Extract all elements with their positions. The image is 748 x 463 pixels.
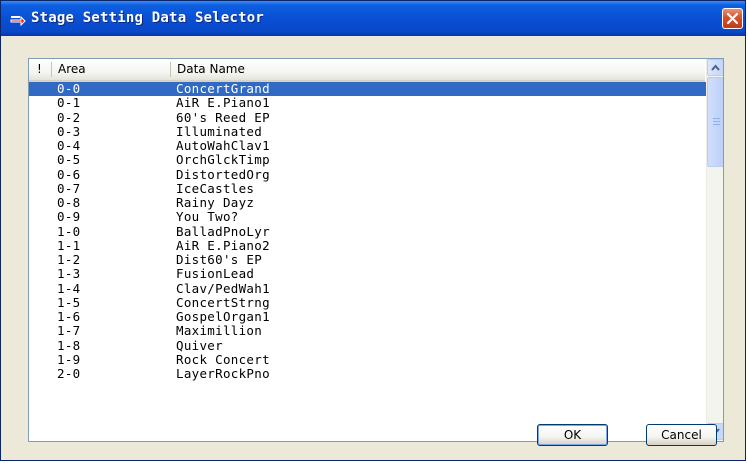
table-row[interactable]: 0-3 Illuminated [29, 123, 714, 139]
scroll-up-arrow-icon [711, 64, 720, 71]
stage-setting-list[interactable]: ! Area Data Name 0-0 ConcertGrand 0-1 AiR E… [28, 58, 724, 442]
title-bar[interactable]: Stage Setting Data Selector [1, 1, 745, 36]
cell-area: 0-6 [57, 166, 81, 182]
table-row[interactable]: 1-8 Quiver [29, 337, 714, 353]
table-row[interactable]: 0-1 AiR E.Piano1 [29, 96, 714, 110]
cell-area: 0-9 [57, 209, 81, 225]
list-rows: 0-0 ConcertGrand 0-1 AiR E.Piano1 0-2 60's Re… [29, 82, 714, 440]
cell-area: 1-2 [57, 252, 81, 267]
cancel-button[interactable]: Cancel [646, 424, 717, 446]
close-button[interactable] [722, 8, 743, 29]
column-divider[interactable] [170, 62, 171, 77]
cell-area: 0-1 [57, 95, 81, 111]
cell-area: 0-5 [57, 152, 81, 168]
table-row[interactable]: 0-6 DistortedOrg [29, 166, 714, 182]
cell-data-name: GospelOrgan1 [176, 309, 270, 324]
table-row[interactable]: 0-9 You Two? [29, 210, 714, 224]
column-header-data-name[interactable]: Data Name [177, 59, 245, 80]
ok-button[interactable]: OK [537, 424, 608, 446]
table-row[interactable]: 0-4 AutoWahClav1 [29, 139, 714, 153]
column-divider[interactable] [51, 62, 52, 77]
table-row[interactable]: 1-9 Rock Concert [29, 351, 714, 367]
close-icon [726, 12, 739, 25]
dialog-client-area: ! Area Data Name 0-0 ConcertGrand 0-1 AiR E… [5, 36, 741, 458]
cell-data-name: DistortedOrg [176, 166, 270, 182]
cell-data-name: 60's Reed EP [176, 109, 270, 125]
cell-data-name: ConcertStrng [176, 294, 270, 310]
cell-area: 0-4 [57, 138, 81, 153]
cell-area: 2-0 [57, 366, 81, 381]
cell-data-name: ConcertGrand [176, 82, 270, 96]
cell-data-name: Maximillion [176, 323, 263, 339]
vertical-scrollbar[interactable] [706, 59, 723, 441]
cell-area: 1-4 [57, 280, 81, 296]
table-row[interactable]: 0-5 OrchGlckTimp [29, 153, 714, 167]
table-row[interactable]: 1-6 GospelOrgan1 [29, 310, 714, 324]
cell-area: 1-9 [57, 351, 81, 367]
cell-area: 1-7 [57, 323, 81, 339]
table-row[interactable]: 0-8 Rainy Dayz [29, 196, 714, 210]
scroll-up-button[interactable] [707, 59, 723, 76]
table-row[interactable]: 2-0 LayerRockPno [29, 367, 714, 381]
table-row[interactable]: 1-2 Dist60's EP [29, 253, 714, 267]
cell-area: 1-3 [57, 266, 81, 282]
cell-area: 1-1 [57, 237, 81, 253]
cell-data-name: LayerRockPno [176, 366, 270, 381]
dialog-window: Stage Setting Data Selector ! Area Data … [0, 0, 746, 461]
cell-area: 1-8 [57, 337, 81, 353]
cell-area: 1-6 [57, 309, 81, 324]
scroll-grip [713, 124, 720, 125]
cell-area: 0-2 [57, 109, 81, 125]
scroll-thumb[interactable] [707, 77, 723, 167]
cell-data-name: AutoWahClav1 [176, 138, 270, 153]
scroll-grip [713, 118, 720, 119]
table-row[interactable]: 1-4 Clav/PedWah1 [29, 280, 714, 296]
table-row[interactable]: 0-2 60's Reed EP [29, 109, 714, 125]
cell-data-name: BalladPnoLyr [176, 223, 270, 239]
cell-data-name: You Two? [176, 209, 239, 225]
list-header: ! Area Data Name [29, 59, 705, 82]
table-row[interactable]: 1-7 Maximillion [29, 324, 714, 338]
cell-data-name: OrchGlckTimp [176, 152, 270, 168]
scroll-grip [713, 121, 720, 122]
column-header-flag[interactable]: ! [37, 59, 42, 80]
cell-data-name: Illuminated [176, 123, 263, 139]
window-arrow-icon [9, 9, 27, 27]
table-row[interactable]: 1-0 BalladPnoLyr [29, 223, 714, 239]
table-row[interactable]: 0-0 ConcertGrand [29, 82, 714, 96]
column-header-area[interactable]: Area [58, 59, 86, 80]
cell-area: 0-8 [57, 195, 81, 210]
cell-data-name: Rainy Dayz [176, 195, 255, 210]
window-title: Stage Setting Data Selector [31, 10, 264, 26]
cell-data-name: Rock Concert [176, 351, 270, 367]
table-row[interactable]: 1-1 AiR E.Piano2 [29, 237, 714, 253]
cell-data-name: Dist60's EP [176, 252, 263, 267]
cell-data-name: FusionLead [176, 266, 255, 282]
cell-area: 1-0 [57, 223, 81, 239]
table-row[interactable]: 1-5 ConcertStrng [29, 294, 714, 310]
cell-data-name: Quiver [176, 337, 223, 353]
table-row[interactable]: 0-7 IceCastles [29, 180, 714, 196]
cell-data-name: IceCastles [176, 180, 255, 196]
cell-area: 1-5 [57, 294, 81, 310]
table-row[interactable]: 1-3 FusionLead [29, 267, 714, 281]
cell-area: 0-0 [57, 82, 81, 96]
cell-data-name: AiR E.Piano2 [176, 237, 270, 253]
cell-area: 0-3 [57, 123, 81, 139]
cell-area: 0-7 [57, 180, 81, 196]
cell-data-name: Clav/PedWah1 [176, 280, 270, 296]
cell-data-name: AiR E.Piano1 [176, 95, 270, 111]
